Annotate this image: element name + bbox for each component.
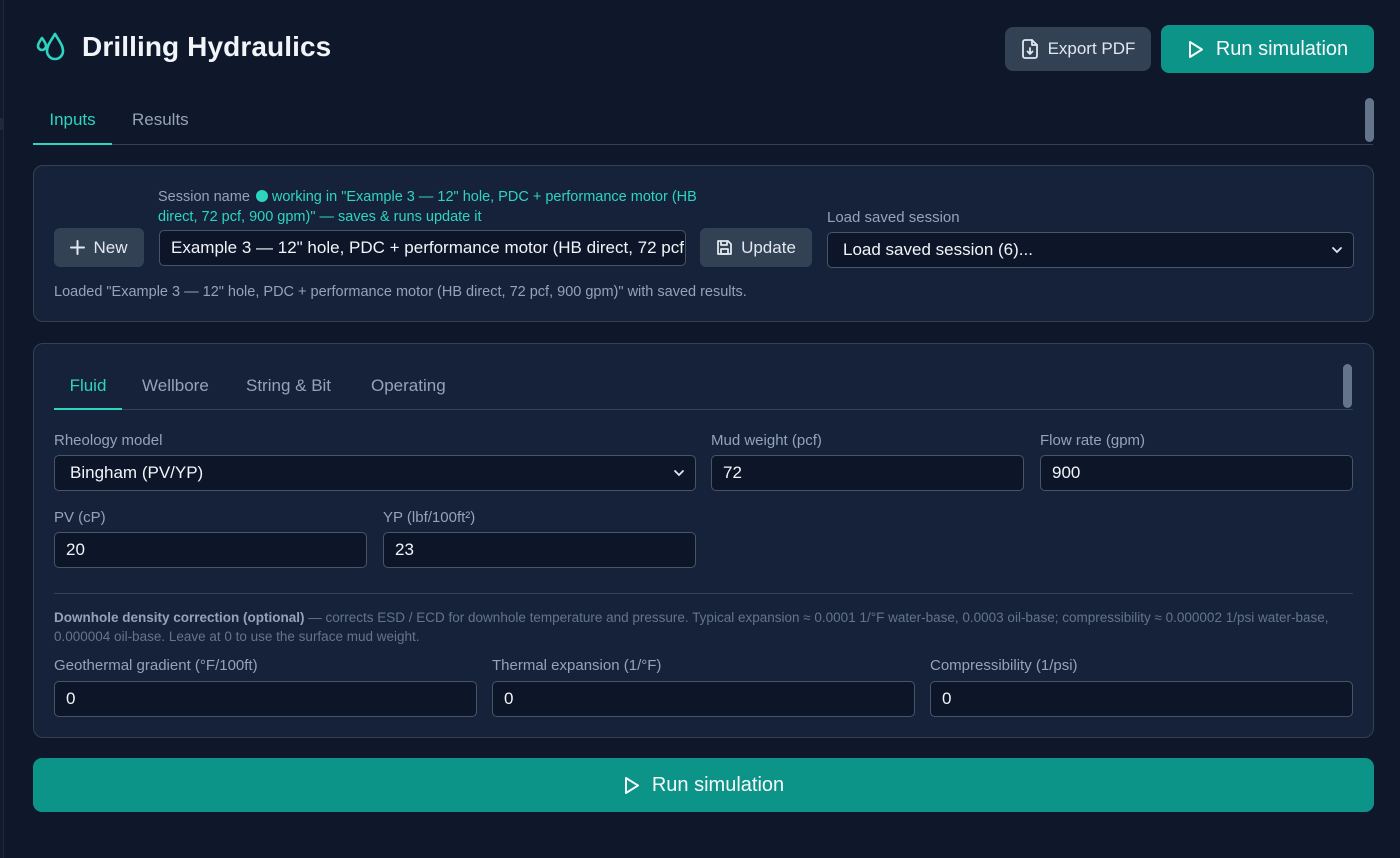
yp-input[interactable]: 23: [383, 532, 696, 568]
new-session-label: New: [93, 237, 128, 257]
play-icon: [1188, 40, 1203, 58]
pv-input[interactable]: 20: [54, 532, 367, 568]
play-icon: [624, 776, 639, 794]
thermal-expansion-input[interactable]: 0: [492, 681, 915, 717]
session-status: Session name working in "Example 3 — 12" …: [158, 187, 698, 227]
export-pdf-label: Export PDF: [1047, 39, 1136, 58]
pv-label: PV (cP): [54, 509, 106, 526]
geothermal-gradient-input[interactable]: 0: [54, 681, 477, 717]
load-session-value: Load saved session (6)...: [843, 240, 1033, 259]
session-card: New Session name working in "Example 3 — …: [33, 165, 1374, 322]
density-correction-title: Downhole density correction (optional): [54, 610, 305, 625]
tab-fluid[interactable]: Fluid: [54, 376, 122, 410]
flow-rate-input[interactable]: 900: [1040, 455, 1353, 491]
chevron-down-icon: [674, 470, 684, 477]
session-name-input[interactable]: Example 3 — 12" hole, PDC + performance …: [159, 230, 686, 266]
density-correction-note: Downhole density correction (optional) —…: [54, 608, 1354, 646]
tab-inputs[interactable]: Inputs: [33, 110, 112, 145]
mud-weight-input[interactable]: 72: [711, 455, 1024, 491]
compressibility-input[interactable]: 0: [930, 681, 1353, 717]
droplets-icon: [36, 32, 65, 61]
app-title: Drilling Hydraulics: [82, 31, 332, 62]
input-sub-tabs: Fluid Wellbore String & Bit Operating: [54, 362, 1353, 410]
app-header: Drilling Hydraulics Export PDF Run simul…: [34, 24, 1374, 74]
yp-label: YP (lbf/100ft²): [383, 509, 476, 526]
file-download-icon: [1021, 39, 1038, 59]
tab-wellbore[interactable]: Wellbore: [142, 376, 209, 410]
export-pdf-button[interactable]: Export PDF: [1005, 27, 1151, 71]
run-simulation-label: Run simulation: [1215, 37, 1349, 60]
update-session-label: Update: [741, 237, 796, 257]
rheology-model-value: Bingham (PV/YP): [70, 463, 204, 482]
rheology-model-label: Rheology model: [54, 432, 163, 449]
session-loaded-message: Loaded "Example 3 — 12" hole, PDC + perf…: [54, 284, 747, 300]
chevron-down-icon: [1332, 247, 1342, 254]
load-session-label: Load saved session: [827, 209, 960, 226]
run-simulation-button-bottom[interactable]: Run simulation: [33, 758, 1374, 812]
flow-rate-label: Flow rate (gpm): [1040, 432, 1146, 449]
tab-operating[interactable]: Operating: [371, 376, 446, 410]
left-panel-marker: [0, 118, 4, 130]
rheology-model-select[interactable]: Bingham (PV/YP): [54, 455, 696, 491]
run-simulation-label: Run simulation: [651, 773, 785, 796]
thermal-expansion-label: Thermal expansion (1/°F): [492, 657, 662, 674]
brand: Drilling Hydraulics: [34, 30, 331, 64]
compressibility-label: Compressibility (1/psi): [930, 657, 1078, 674]
inputs-scrollbar-thumb[interactable]: [1343, 364, 1352, 408]
section-divider: [54, 593, 1353, 594]
session-name-label: Session name: [158, 189, 250, 205]
main-tabs: Inputs Results: [33, 100, 1373, 145]
save-icon: [717, 240, 732, 255]
inputs-card: Fluid Wellbore String & Bit Operating Rh…: [33, 343, 1374, 738]
status-dot: [255, 190, 268, 202]
load-session-select[interactable]: Load saved session (6)...: [827, 232, 1354, 268]
mud-weight-label: Mud weight (pcf): [711, 432, 822, 449]
update-session-button[interactable]: Update: [700, 228, 812, 267]
plus-icon: [70, 240, 86, 255]
new-session-button[interactable]: New: [54, 228, 144, 267]
main-scrollbar-thumb[interactable]: [1365, 98, 1374, 142]
run-simulation-button-top[interactable]: Run simulation: [1161, 25, 1374, 73]
geothermal-gradient-label: Geothermal gradient (°F/100ft): [54, 657, 258, 674]
left-panel-edge: [0, 0, 4, 858]
tab-results[interactable]: Results: [132, 110, 189, 145]
tab-string-bit[interactable]: String & Bit: [246, 376, 331, 410]
